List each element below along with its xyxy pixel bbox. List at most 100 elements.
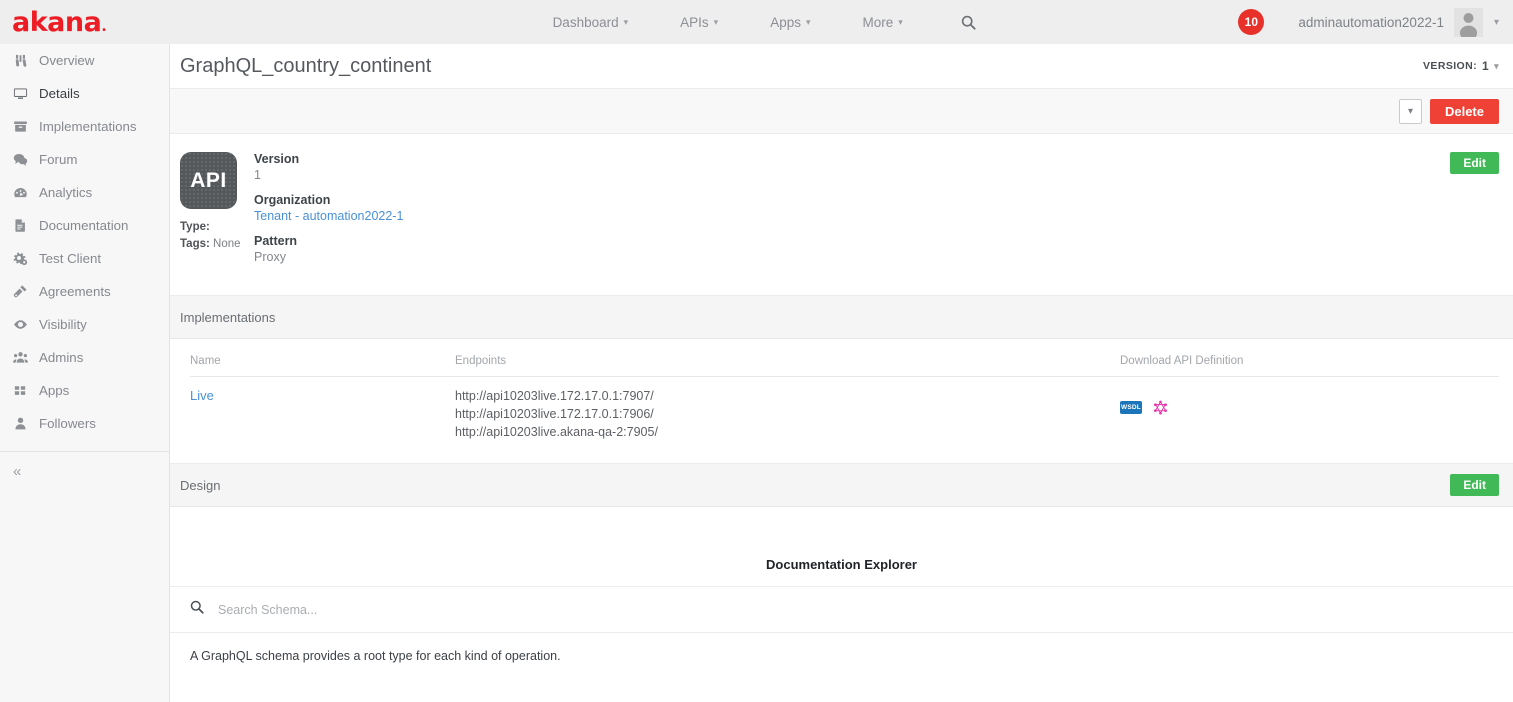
nav-item-more[interactable]: More ▾: [863, 15, 903, 30]
sidebar-item-test-client[interactable]: Test Client: [0, 242, 169, 275]
page-title-row: GraphQL_country_continent VERSION: 1 ▾: [170, 44, 1513, 89]
dashboard-gauge-icon: [13, 185, 39, 200]
sidebar-label-forum: Forum: [39, 152, 78, 167]
schema-description: A GraphQL schema provides a root type fo…: [190, 649, 561, 664]
sidebar-item-overview[interactable]: Overview: [0, 44, 169, 77]
page-title: GraphQL_country_continent: [180, 54, 432, 77]
handshake-icon: [13, 284, 39, 299]
binoculars-icon: [13, 53, 39, 68]
implementations-section-header: Implementations: [170, 296, 1513, 339]
sidebar: Overview Details Implementations Forum A…: [0, 44, 170, 702]
api-type-row: Type:: [180, 219, 252, 236]
design-section-title: Design: [180, 477, 221, 493]
user-menu-chevron-down-icon[interactable]: ▾: [1494, 17, 1499, 28]
nav-item-apis[interactable]: APIs ▾: [680, 15, 718, 30]
sidebar-item-details[interactable]: Details: [0, 77, 169, 110]
documentation-explorer: Documentation Explorer A GraphQL schema …: [170, 507, 1513, 702]
action-toolbar: ▾ Delete: [170, 89, 1513, 134]
api-tags-row: Tags: None: [180, 236, 252, 253]
endpoint-value: http://api10203live.172.17.0.1:7906/: [455, 406, 654, 421]
main-content: GraphQL_country_continent VERSION: 1 ▾ ▾…: [170, 44, 1513, 702]
nav-item-apps[interactable]: Apps ▾: [770, 15, 810, 30]
tags-label: Tags:: [180, 237, 210, 250]
search-icon[interactable]: [961, 15, 976, 30]
graphql-icon[interactable]: [1153, 400, 1168, 415]
chevron-down-icon: ▾: [898, 16, 903, 27]
notification-badge[interactable]: 10: [1238, 9, 1265, 35]
nav-label-apps: Apps: [770, 14, 801, 30]
implementations-table: Name Endpoints Download API Definition L…: [190, 355, 1499, 441]
sidebar-label-overview: Overview: [39, 53, 95, 68]
info-edit-wrap: Edit: [1450, 152, 1513, 275]
sidebar-item-followers[interactable]: Followers: [0, 407, 169, 440]
eye-icon: [13, 317, 39, 332]
column-header-name: Name: [190, 355, 455, 377]
akana-logo[interactable]: akana.: [12, 9, 107, 36]
implementations-table-body: Live http://api10203live.172.17.0.1:7907…: [190, 377, 1499, 442]
implementations-table-head: Name Endpoints Download API Definition: [190, 355, 1499, 377]
column-header-download: Download API Definition: [1120, 355, 1499, 377]
table-header-row: Name Endpoints Download API Definition: [190, 355, 1499, 377]
sidebar-item-visibility[interactable]: Visibility: [0, 308, 169, 341]
cell-download: WSDL: [1120, 377, 1499, 442]
delete-button[interactable]: Delete: [1429, 98, 1499, 124]
sidebar-item-agreements[interactable]: Agreements: [0, 275, 169, 308]
avatar[interactable]: [1453, 7, 1483, 37]
sidebar-item-forum[interactable]: Forum: [0, 143, 169, 176]
download-icons: WSDL: [1120, 388, 1499, 415]
sidebar-item-documentation[interactable]: Documentation: [0, 209, 169, 242]
organization-link[interactable]: Tenant - automation2022-1: [254, 209, 403, 223]
chevron-down-icon: ▾: [805, 16, 811, 27]
search-icon: [190, 600, 204, 619]
version-label: VERSION:: [1423, 60, 1477, 72]
sidebar-item-apps[interactable]: Apps: [0, 374, 169, 407]
cell-endpoints: http://api10203live.172.17.0.1:7907/ htt…: [455, 377, 1120, 442]
monitor-icon: [13, 86, 39, 101]
api-fields: Version 1 Organization Tenant - automati…: [252, 152, 403, 275]
sidebar-label-documentation: Documentation: [39, 218, 129, 233]
edit-design-button[interactable]: Edit: [1450, 474, 1499, 497]
implementation-link-live[interactable]: Live: [190, 388, 214, 403]
sidebar-item-analytics[interactable]: Analytics: [0, 176, 169, 209]
wsdl-icon[interactable]: WSDL: [1120, 401, 1142, 414]
edit-details-button[interactable]: Edit: [1450, 152, 1499, 174]
endpoint-value: http://api10203live.172.17.0.1:7907/: [455, 389, 654, 403]
organization-field-label: Organization: [254, 193, 331, 207]
archive-icon: [13, 119, 39, 134]
cell-name: Live: [190, 377, 455, 442]
implementations-table-wrap: Name Endpoints Download API Definition L…: [170, 339, 1513, 465]
chevron-down-icon: ▾: [713, 16, 719, 27]
document-icon: [13, 218, 39, 233]
actions-dropdown-button[interactable]: ▾: [1398, 98, 1422, 124]
table-row: Live http://api10203live.172.17.0.1:7907…: [190, 377, 1499, 442]
nav-item-dashboard[interactable]: Dashboard ▾: [553, 15, 629, 30]
grid-icon: [13, 383, 39, 398]
column-header-endpoints: Endpoints: [455, 355, 1120, 377]
double-chevron-left-icon: «: [13, 463, 22, 480]
gears-icon: [13, 251, 39, 266]
api-badge-column: API Type: Tags: None: [180, 152, 252, 275]
endpoint-value: http://api10203live.akana-qa-2:7905/: [455, 424, 658, 439]
user-icon: [13, 416, 39, 431]
search-schema-input[interactable]: [218, 602, 1499, 617]
logo-area[interactable]: akana.: [0, 0, 170, 44]
documentation-explorer-title: Documentation Explorer: [170, 507, 1513, 588]
nav-label-dashboard: Dashboard: [552, 14, 619, 30]
version-value: 1: [1482, 59, 1490, 73]
sidebar-collapse-button[interactable]: «: [0, 451, 170, 491]
tags-value: None: [213, 237, 241, 250]
sidebar-label-visibility: Visibility: [39, 317, 87, 332]
schema-search-row: [170, 587, 1513, 634]
comments-icon: [13, 152, 39, 167]
type-label: Type:: [180, 221, 210, 233]
sidebar-label-analytics: Analytics: [39, 185, 93, 200]
username-label: adminautomation2022-1: [1298, 14, 1444, 30]
sidebar-item-implementations[interactable]: Implementations: [0, 110, 169, 143]
sidebar-label-followers: Followers: [39, 416, 96, 431]
sidebar-item-admins[interactable]: Admins: [0, 341, 169, 374]
nav-label-apis: APIs: [680, 14, 709, 30]
version-selector[interactable]: VERSION: 1 ▾: [1423, 59, 1499, 73]
chevron-down-icon: ▾: [1494, 60, 1499, 71]
nav-label-more: More: [862, 14, 894, 30]
implementations-section-title: Implementations: [180, 309, 276, 325]
